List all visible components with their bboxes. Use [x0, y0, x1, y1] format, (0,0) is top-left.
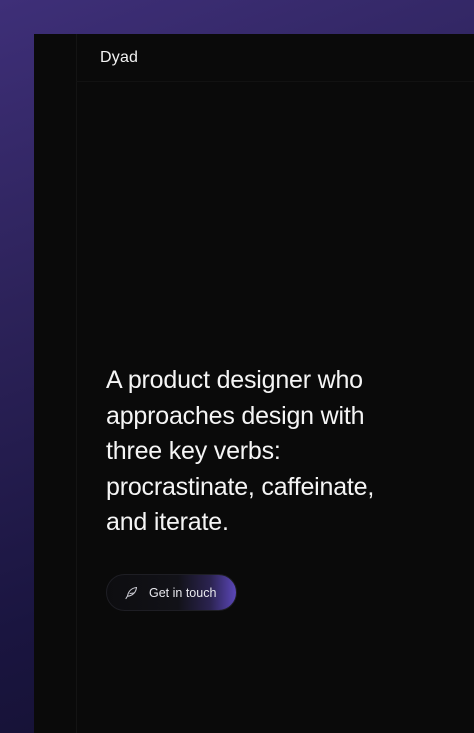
get-in-touch-label: Get in touch [149, 585, 217, 600]
header-divider [76, 81, 474, 82]
site-window: Dyad A product designer who approaches d… [34, 34, 474, 733]
headline-line: procrastinate, caffeinate, [106, 472, 375, 501]
get-in-touch-button[interactable]: Get in touch [106, 574, 237, 611]
headline-line: approaches design with [106, 401, 365, 430]
layout-guide-vertical [76, 34, 77, 733]
hero-headline: A product designer who approaches design… [106, 363, 466, 541]
headline-line: A product designer who [106, 366, 363, 394]
headline-line: three key verbs: [106, 437, 281, 465]
feather-icon [124, 586, 138, 600]
brand-logo[interactable]: Dyad [100, 49, 138, 67]
headline-line: and iterate. [106, 508, 229, 536]
